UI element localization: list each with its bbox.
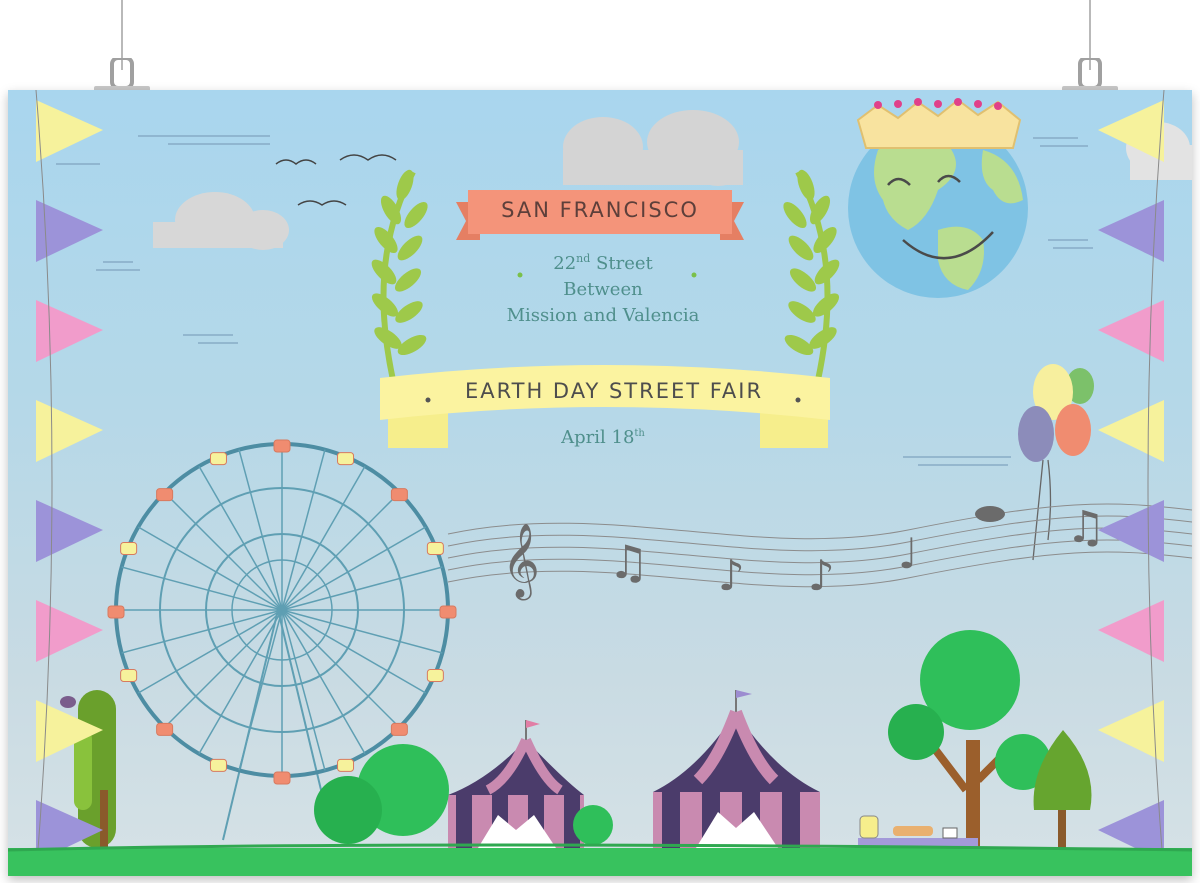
bunting-flag-icon [36, 100, 103, 162]
street-number-suffix: nd [576, 252, 591, 265]
gondola-icon [439, 605, 457, 619]
tree-icon [888, 630, 1092, 850]
bunting-flag-icon [36, 500, 103, 562]
bird-icon [275, 154, 397, 206]
picnic-table [858, 815, 978, 850]
bunting-flag-icon [1098, 600, 1164, 662]
ground [8, 848, 1192, 876]
gondola-icon [107, 605, 125, 619]
poster: 𝄞 ♫ ♪ ♪ ♩ ♫ SAN FRANCISCO 22nd Street Be… [8, 90, 1192, 876]
bunting-flag-icon [1098, 400, 1164, 462]
tent-icon [448, 720, 584, 848]
svg-text:♫: ♫ [1066, 502, 1105, 553]
address-block: 22nd Street Between Mission and Valencia [478, 246, 728, 329]
laurel-icon [783, 169, 840, 381]
gondola-icon [426, 541, 444, 555]
gondola-icon [273, 771, 291, 785]
address-line-2: Between [563, 279, 643, 300]
street-number: 22 [553, 253, 577, 274]
gondola-icon [426, 669, 444, 683]
svg-text:♩: ♩ [898, 529, 918, 578]
gondola-icon [390, 722, 408, 736]
bunting-flag-icon [1098, 300, 1164, 362]
gondola-icon [120, 541, 138, 555]
tent-icon [653, 690, 820, 848]
bird-icon [60, 696, 76, 708]
bunting-flag-icon [36, 400, 103, 462]
gondola-icon [156, 722, 174, 736]
event-date-main: April 18 [561, 427, 635, 448]
svg-text:♫: ♫ [608, 535, 649, 589]
gondola-icon [390, 488, 408, 502]
gondola-icon [209, 758, 227, 772]
gondola-icon [209, 452, 227, 466]
street-name: Street [590, 253, 653, 274]
crown-icon [856, 98, 1022, 149]
bunting-flag-icon [36, 200, 103, 262]
gondola-icon [337, 758, 355, 772]
gondola-icon [273, 439, 291, 453]
gondola-icon [156, 488, 174, 502]
event-date: April 18th [528, 427, 678, 448]
cloud-icon [563, 110, 743, 186]
bunting-flag-icon [36, 600, 103, 662]
cloud-icon [153, 192, 289, 250]
gondola-icon [120, 669, 138, 683]
svg-text:♪: ♪ [808, 551, 835, 600]
treble-clef-icon: 𝄞 [502, 524, 540, 601]
city-title: SAN FRANCISCO [501, 198, 699, 222]
svg-text:♪: ♪ [718, 551, 745, 600]
laurel-icon [371, 169, 428, 381]
address-line-3: Mission and Valencia [506, 305, 700, 326]
event-date-suffix: th [634, 428, 645, 439]
gondola-icon [337, 452, 355, 466]
bunting-flag-icon [36, 300, 103, 362]
event-title: EARTH DAY STREET FAIR [464, 379, 764, 403]
address-line-1: 22nd Street [478, 246, 728, 277]
